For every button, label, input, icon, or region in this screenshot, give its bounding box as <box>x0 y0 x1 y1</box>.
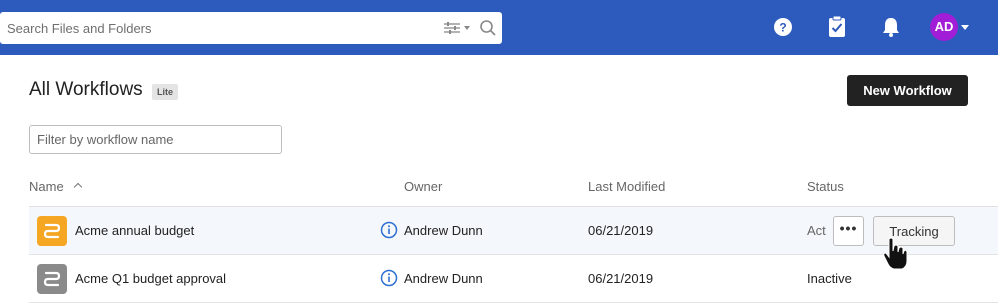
last-modified-date: 06/21/2019 <box>588 223 654 238</box>
lite-badge: Lite <box>152 84 179 100</box>
filter-icon[interactable] <box>442 20 472 36</box>
status-text: Inactive <box>807 271 852 286</box>
sort-ascending-icon[interactable] <box>73 182 83 192</box>
owner-name: Andrew Dunn <box>404 223 483 238</box>
status-text: Act <box>807 223 826 238</box>
chevron-down-icon[interactable] <box>961 25 969 30</box>
hand-cursor-icon <box>883 237 908 270</box>
workflow-icon <box>37 216 67 246</box>
column-header-last-modified: Last Modified <box>588 179 666 194</box>
search-input[interactable] <box>0 12 430 44</box>
info-icon[interactable] <box>380 221 398 239</box>
top-bar: ? AD <box>0 0 998 55</box>
table-row[interactable]: Acme Q1 budget approval Andrew Dunn 06/2… <box>29 255 998 303</box>
search-icon[interactable] <box>479 19 497 37</box>
owner-name: Andrew Dunn <box>404 271 483 286</box>
workflow-filter-input[interactable] <box>29 125 282 154</box>
bell-icon[interactable] <box>878 14 904 40</box>
workflow-name[interactable]: Acme annual budget <box>75 223 194 238</box>
workflow-icon <box>37 264 67 294</box>
column-header-status: Status <box>807 179 844 194</box>
tasks-icon[interactable] <box>824 14 850 40</box>
last-modified-date: 06/21/2019 <box>588 271 654 286</box>
workflow-name[interactable]: Acme Q1 budget approval <box>75 271 226 286</box>
table-row[interactable]: Acme annual budget Andrew Dunn 06/21/201… <box>29 207 998 255</box>
page-title: All Workflows <box>29 79 143 100</box>
avatar[interactable]: AD <box>930 13 958 41</box>
svg-text:?: ? <box>779 21 786 35</box>
more-options-button[interactable]: ••• <box>833 216 864 246</box>
help-icon[interactable]: ? <box>770 14 796 40</box>
new-workflow-button[interactable]: New Workflow <box>847 75 968 106</box>
column-header-owner: Owner <box>404 179 443 194</box>
search-box <box>0 12 502 44</box>
column-header-name[interactable]: Name <box>29 179 64 194</box>
info-icon[interactable] <box>380 269 398 287</box>
